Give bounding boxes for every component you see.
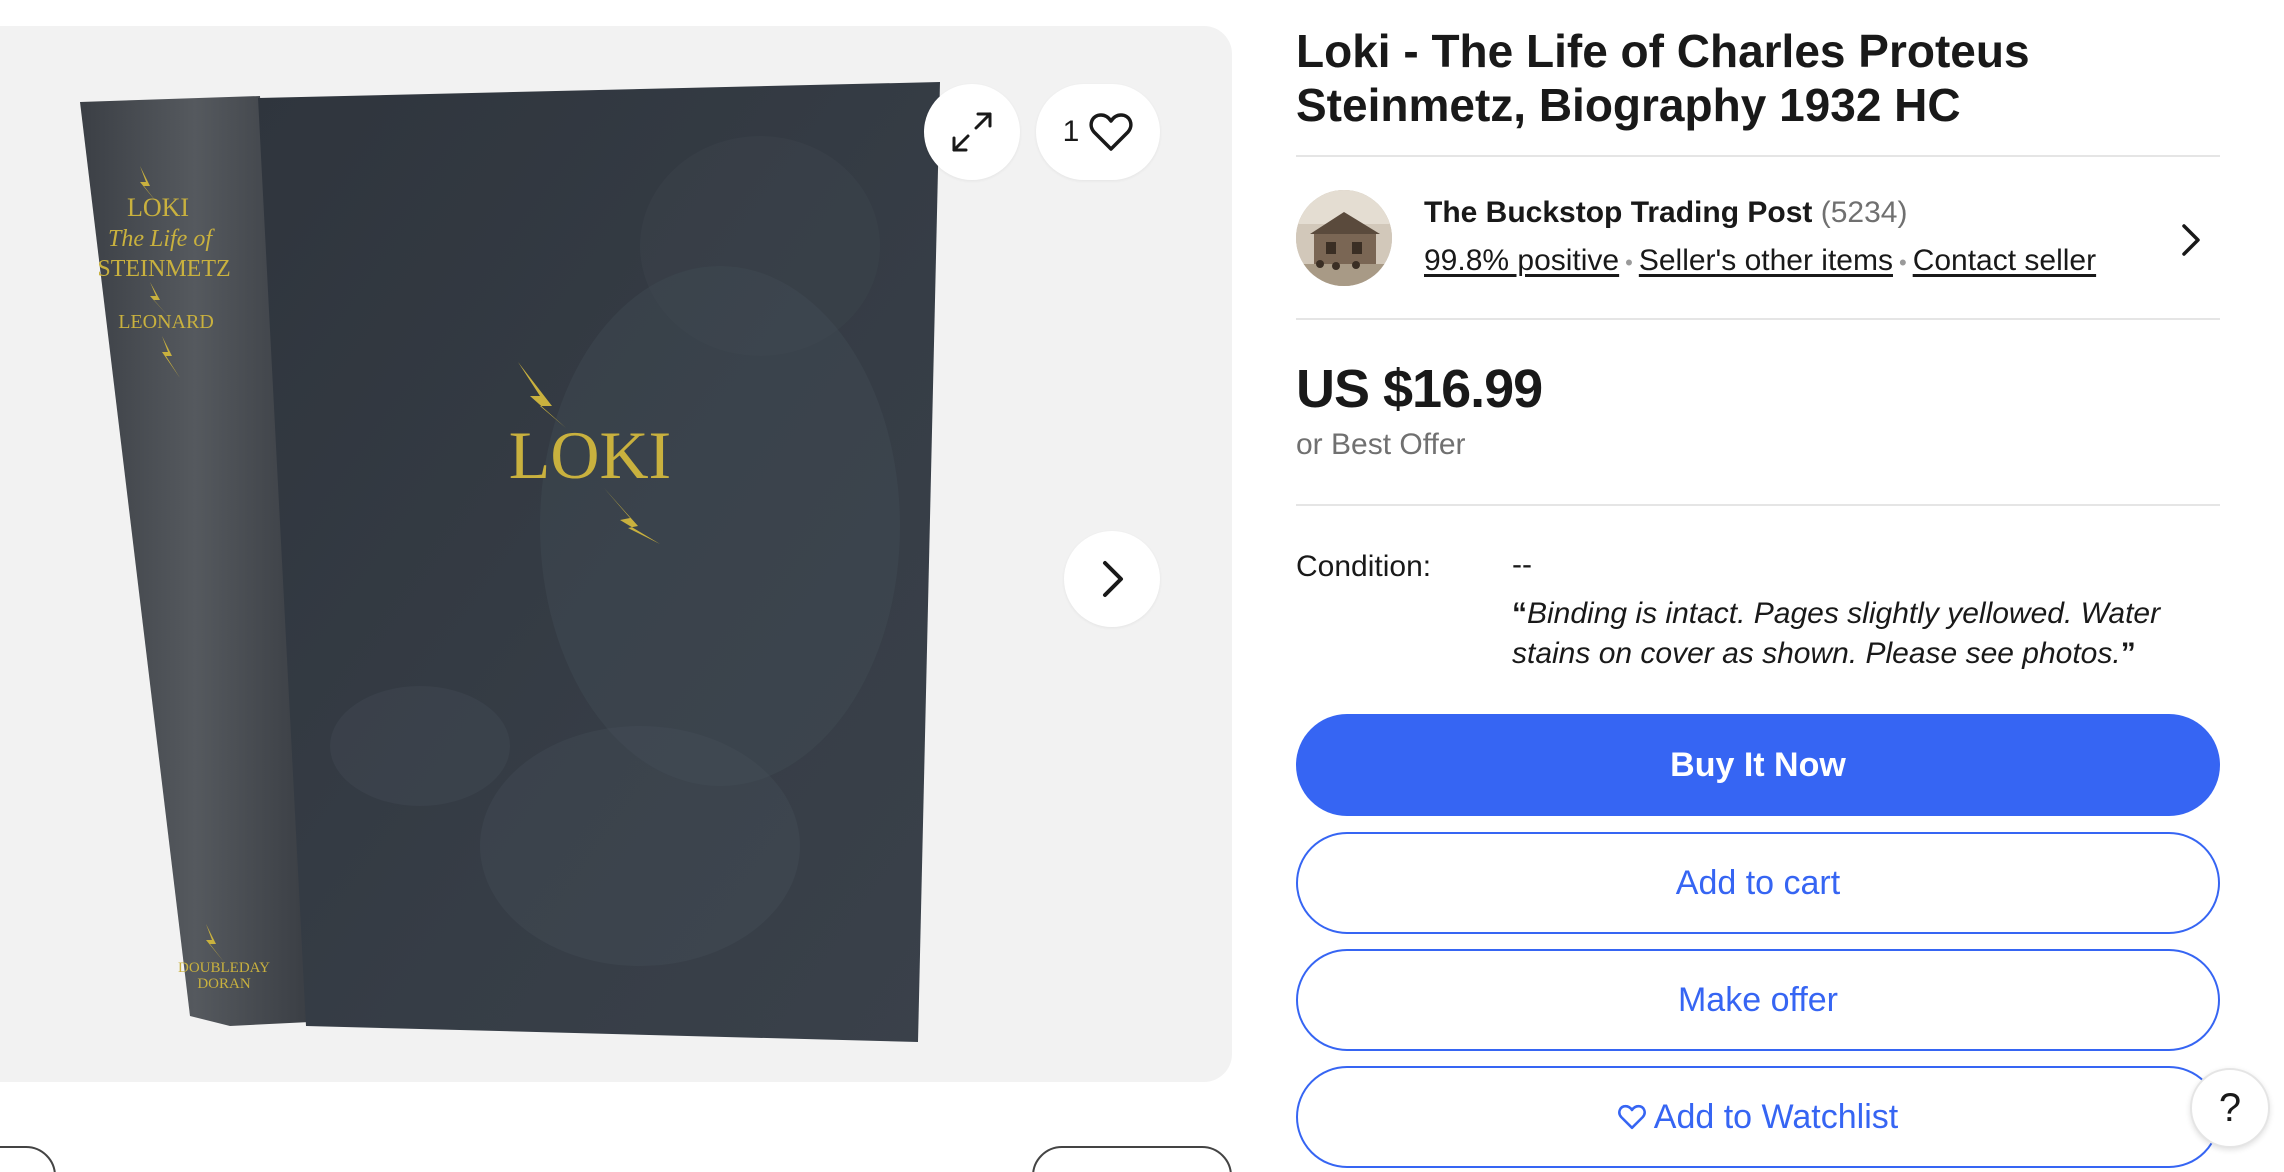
divider bbox=[1296, 318, 2220, 320]
condition-description-text: Binding is intact. Pages slightly yellow… bbox=[1512, 597, 2161, 670]
chevron-right-icon[interactable] bbox=[2174, 222, 2206, 258]
listing-title: Loki - The Life of Charles Proteus Stein… bbox=[1296, 25, 2030, 131]
add-to-watchlist-label: Add to Watchlist bbox=[1653, 1097, 1899, 1136]
help-icon: ? bbox=[2218, 1085, 2242, 1130]
next-image-button[interactable] bbox=[1064, 531, 1160, 627]
close-quote: ” bbox=[2120, 637, 2136, 670]
separator-dot: • bbox=[1625, 250, 1633, 275]
spine-title: LOKI bbox=[127, 193, 189, 222]
cover-title: LOKI bbox=[509, 417, 671, 493]
add-to-cart-button[interactable]: Add to cart bbox=[1296, 832, 2220, 934]
heart-icon bbox=[1089, 113, 1133, 151]
book-image[interactable]: LOKI The Life of STEINMETZ LEONARD DOUBL… bbox=[0, 26, 1232, 1082]
spine-subtitle: The Life of bbox=[108, 226, 215, 252]
seller-feedback-count: (5234) bbox=[1820, 196, 1908, 229]
expand-image-button[interactable] bbox=[924, 84, 1020, 180]
spine-publisher-1: DOUBLEDAY bbox=[178, 960, 270, 976]
chevron-right-icon bbox=[1103, 561, 1123, 597]
make-offer-label: Make offer bbox=[1677, 980, 1838, 1019]
separator-dot: • bbox=[1898, 250, 1907, 275]
image-gallery[interactable]: LOKI The Life of STEINMETZ LEONARD DOUBL… bbox=[0, 26, 1232, 1082]
listing-page: LOKI The Life of STEINMETZ LEONARD DOUBL… bbox=[0, 0, 2284, 1172]
seller-other-items-link[interactable]: Seller's other items bbox=[1639, 244, 1893, 277]
thumbnail-scroll-left[interactable] bbox=[0, 1146, 56, 1172]
thumbnail-scroll-right[interactable] bbox=[1032, 1146, 1232, 1172]
best-offer-text: or Best Offer bbox=[1296, 428, 1466, 461]
make-offer-button[interactable]: Make offer bbox=[1296, 949, 2220, 1051]
heart-icon bbox=[1617, 1104, 1646, 1130]
seller-links: 99.8% positive • Seller's other items • Cont… bbox=[1424, 244, 2096, 278]
favorite-count: 1 bbox=[1062, 115, 1080, 148]
spine-author: LEONARD bbox=[118, 311, 214, 333]
condition-value: -- bbox=[1512, 548, 1532, 581]
spine-publisher-2: DORAN bbox=[197, 976, 251, 992]
divider bbox=[1296, 155, 2220, 157]
seller-positive-link[interactable]: 99.8% positive bbox=[1424, 244, 1619, 277]
seller-name-row[interactable]: The Buckstop Trading Post (5234) bbox=[1424, 196, 1907, 230]
seller-name[interactable]: The Buckstop Trading Post bbox=[1424, 196, 1812, 229]
divider bbox=[1296, 504, 2220, 506]
contact-seller-link[interactable]: Contact seller bbox=[1913, 244, 2096, 277]
spine-name: STEINMETZ bbox=[97, 256, 230, 282]
favorite-button[interactable]: 1 bbox=[1036, 84, 1160, 180]
open-quote: “ bbox=[1512, 597, 1527, 630]
help-button[interactable]: ? bbox=[2190, 1068, 2270, 1148]
buy-it-now-label: Buy It Now bbox=[1670, 745, 1846, 784]
seller-avatar-image bbox=[1296, 190, 1392, 286]
price: US $16.99 bbox=[1296, 359, 1543, 419]
condition-label: Condition: bbox=[1296, 550, 1432, 583]
add-to-cart-label: Add to cart bbox=[1675, 863, 1841, 902]
buy-it-now-button[interactable]: Buy It Now bbox=[1296, 714, 2220, 816]
seller-avatar[interactable] bbox=[1296, 190, 1392, 286]
condition-description: “Binding is intact. Pages slightly yello… bbox=[1512, 594, 2212, 674]
add-to-watchlist-button[interactable]: Add to Watchlist bbox=[1296, 1066, 2220, 1168]
expand-icon bbox=[952, 112, 992, 152]
